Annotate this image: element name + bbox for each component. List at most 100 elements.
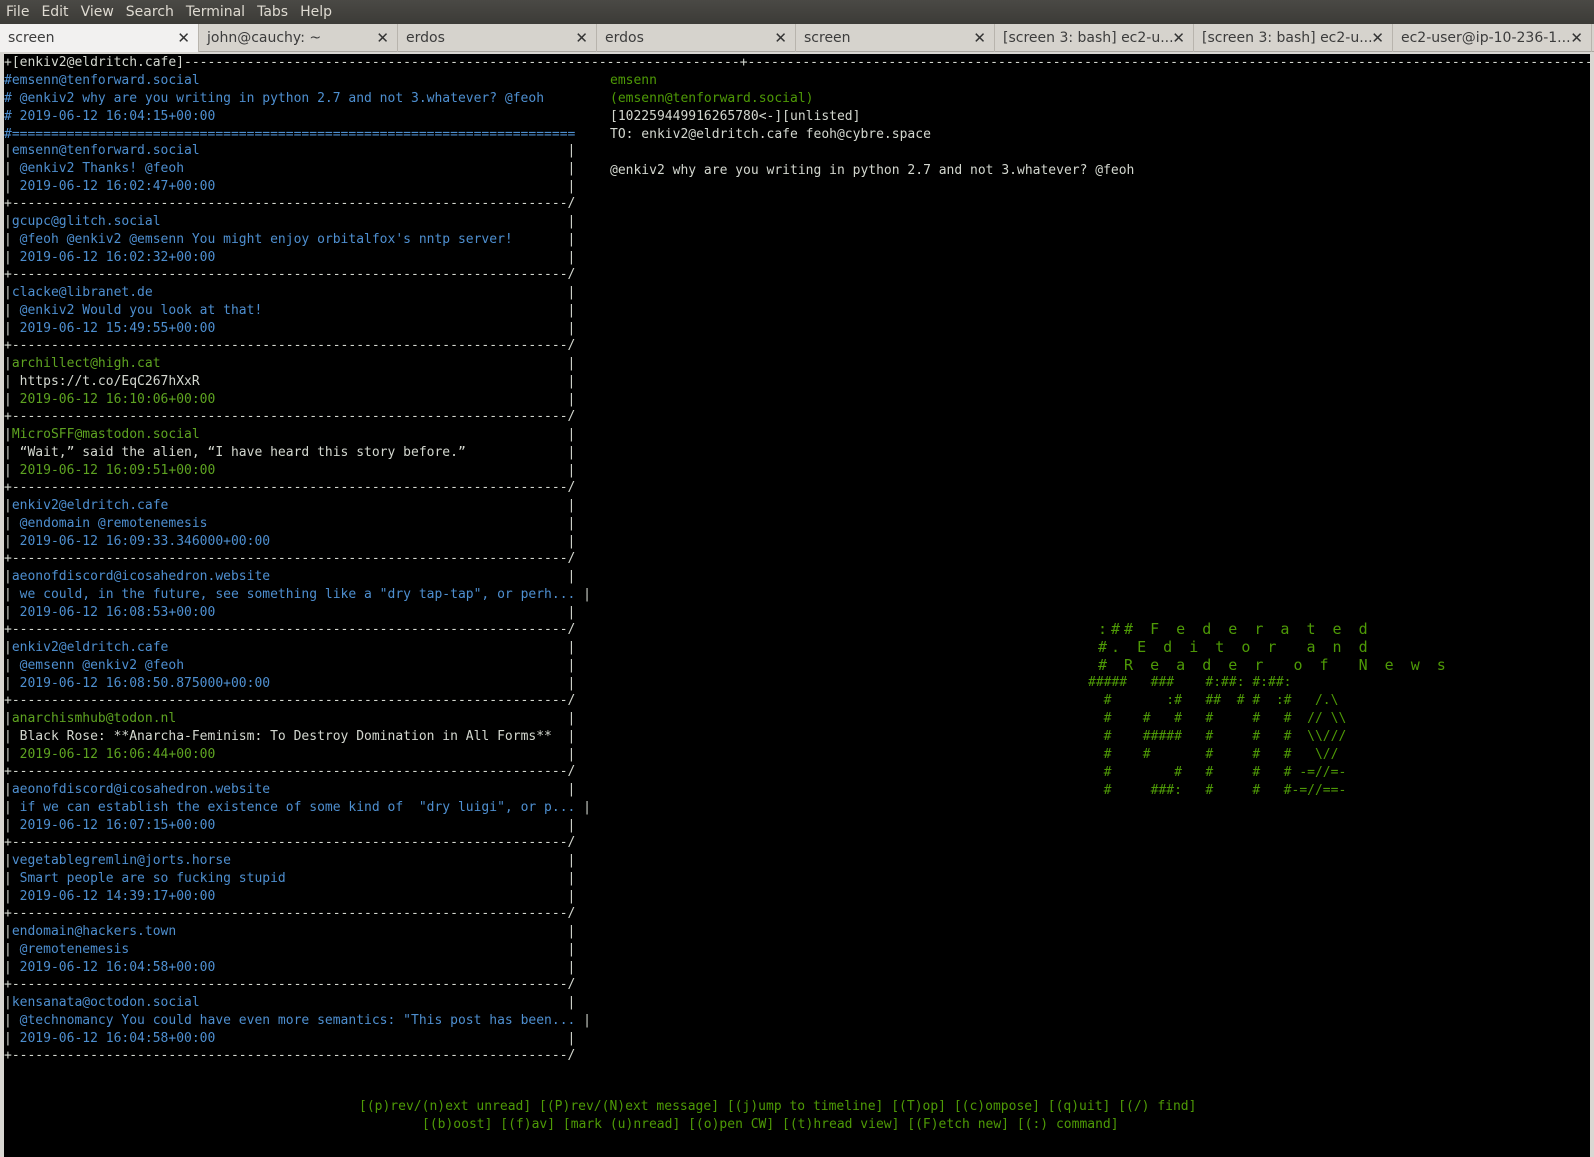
post-body: @enkiv2 Would you look at that! (19, 302, 263, 318)
post-date: 2019-06-12 14:39:17+00:00 (19, 888, 216, 904)
detail-post-id: [102259449916265780<-][unlisted] (610, 109, 861, 124)
post-border: +---------------------------------------… (4, 551, 576, 567)
post-body: “Wait,” said the alien, “I have heard th… (19, 444, 466, 460)
post-body: @remotenemesis (19, 941, 130, 957)
tab-4[interactable]: screen ✕ (796, 24, 995, 52)
selected-post-body: # @enkiv2 why are you writing in python … (4, 91, 545, 106)
post-author: vegetablegremlin@jorts.horse (11, 853, 231, 868)
post-date: 2019-06-12 16:04:58+00:00 (19, 1030, 216, 1046)
menu-edit[interactable]: Edit (35, 0, 74, 24)
post-border: +---------------------------------------… (4, 906, 576, 922)
post-date: 2019-06-12 16:09:51+00:00 (19, 462, 216, 478)
post-author: gcupc@glitch.social (11, 214, 161, 229)
post-body: Smart people are so fucking stupid (19, 870, 286, 886)
post-date: 2019-06-12 16:10:06+00:00 (19, 391, 216, 407)
post-author: clacke@libranet.de (11, 285, 153, 300)
banner-line-2: #. E d i t o r a n d (1098, 638, 1372, 656)
detail-author-name: emsenn (610, 73, 657, 88)
terminal-screen[interactable]: +[enkiv2@eldritch.cafe]-----------------… (4, 54, 1590, 1157)
post-date: 2019-06-12 16:09:33.346000+00:00 (19, 533, 271, 549)
post-body: https://t.co/EqC267hXxR (19, 373, 200, 389)
post-date: 2019-06-12 16:08:50.875000+00:00 (19, 675, 271, 691)
tab-1[interactable]: john@cauchy: ~ ✕ (199, 24, 398, 52)
post-border: +---------------------------------------… (4, 480, 576, 496)
post-body: @endomain @remotenemesis (19, 515, 208, 531)
post-body: we could, in the future, see something l… (19, 586, 576, 602)
close-tab-icon[interactable]: ✕ (177, 29, 190, 47)
post-border: +---------------------------------------… (4, 622, 576, 638)
help-line-2: [(b)oost] [(f)av] [mark (u)nread] [(o)pe… (422, 1117, 1119, 1132)
post-date: 2019-06-12 16:08:53+00:00 (19, 604, 216, 620)
close-tab-icon[interactable]: ✕ (1172, 29, 1185, 47)
detail-author-handle: (emsenn@tenforward.social) (610, 91, 814, 106)
post-border: +---------------------------------------… (4, 693, 576, 709)
tab-label: erdos (605, 30, 644, 46)
post-body: @technomancy You could have even more se… (19, 1012, 576, 1028)
post-body: Black Rose: **Anarcha-Feminism: To Destr… (19, 728, 552, 744)
close-tab-icon[interactable]: ✕ (973, 29, 986, 47)
post-date: 2019-06-12 16:04:58+00:00 (19, 959, 216, 975)
post-date: 2019-06-12 16:07:15+00:00 (19, 817, 216, 833)
post-author: archillect@high.cat (11, 356, 161, 371)
post-body: @enkiv2 Thanks! @feoh (19, 160, 185, 176)
post-border: +---------------------------------------… (4, 977, 576, 993)
detail-recipients: TO: enkiv2@eldritch.cafe feoh@cybre.spac… (610, 127, 931, 142)
menu-view[interactable]: View (75, 0, 120, 24)
post-border: +---------------------------------------… (4, 409, 576, 425)
close-tab-icon[interactable]: ✕ (774, 29, 787, 47)
menu-tabs[interactable]: Tabs (251, 0, 294, 24)
close-tab-icon[interactable]: ✕ (1371, 29, 1384, 47)
post-author: MicroSFF@mastodon.social (11, 427, 200, 442)
tab-7[interactable]: ec2-user@ip-10-236-1... ✕ (1393, 24, 1592, 52)
post-border: +---------------------------------------… (4, 764, 576, 780)
post-border: +---------------------------------------… (4, 1048, 576, 1064)
menu-terminal[interactable]: Terminal (180, 0, 251, 24)
tab-label: ec2-user@ip-10-236-1... (1401, 30, 1571, 46)
post-date: 2019-06-12 16:02:32+00:00 (19, 249, 216, 265)
post-date: 2019-06-12 16:06:44+00:00 (19, 746, 216, 762)
post-author: emsenn@tenforward.social (11, 143, 200, 158)
post-date: 2019-06-12 15:49:55+00:00 (19, 320, 216, 336)
post-border: +---------------------------------------… (4, 267, 576, 283)
tab-bar: screen ✕ john@cauchy: ~ ✕ erdos ✕ erdos ✕ screen… (0, 24, 1594, 52)
tab-label: [screen 3: bash] ec2-u... (1003, 30, 1174, 46)
tab-2[interactable]: erdos ✕ (398, 24, 597, 52)
tab-5[interactable]: [screen 3: bash] ec2-u... ✕ (995, 24, 1194, 52)
tab-label: john@cauchy: ~ (207, 30, 322, 46)
banner-line-3: # R e a d e r o f N e w s (1098, 656, 1450, 674)
close-tab-icon[interactable]: ✕ (376, 29, 389, 47)
detail-post-body: @enkiv2 why are you writing in python 2.… (610, 163, 1135, 178)
tab-6[interactable]: [screen 3: bash] ec2-u... ✕ (1194, 24, 1393, 52)
post-author: endomain@hackers.town (11, 924, 177, 939)
post-date: 2019-06-12 16:02:47+00:00 (19, 178, 216, 194)
help-line-1: [(p)rev/(n)ext unread] [(P)rev/(N)ext me… (359, 1099, 1197, 1114)
post-border: +---------------------------------------… (4, 196, 576, 212)
banner-line-1: :## F e d e r a t e d (1098, 620, 1372, 638)
post-body: @feoh @enkiv2 @emsenn You might enjoy or… (19, 231, 513, 247)
selected-post-author: #emsenn@tenforward.social (4, 73, 200, 88)
close-tab-icon[interactable]: ✕ (575, 29, 588, 47)
menu-search[interactable]: Search (120, 0, 180, 24)
selected-post-date: # 2019-06-12 16:04:15+00:00 (4, 109, 216, 124)
tab-label: screen (8, 30, 55, 46)
post-author: enkiv2@eldritch.cafe (11, 640, 169, 655)
timeline-top-border: +[enkiv2@eldritch.cafe]-----------------… (4, 55, 1590, 70)
post-author: enkiv2@eldritch.cafe (11, 498, 169, 513)
tab-label: [screen 3: bash] ec2-u... (1202, 30, 1373, 46)
post-author: anarchismhub@todon.nl (11, 711, 177, 726)
post-body: @emsenn @enkiv2 @feoh (19, 657, 185, 673)
tab-0[interactable]: screen ✕ (0, 24, 199, 52)
fedor-ascii-logo: ##### ### #:##: #:##: # :# ## # # :# /.\… (1088, 675, 1347, 798)
menu-file[interactable]: File (0, 0, 35, 24)
tab-label: erdos (406, 30, 445, 46)
post-body: if we can establish the existence of som… (19, 799, 576, 815)
post-border: +---------------------------------------… (4, 835, 576, 851)
tab-3[interactable]: erdos ✕ (597, 24, 796, 52)
post-author: aeonofdiscord@icosahedron.website (11, 569, 271, 584)
menu-bar: File Edit View Search Terminal Tabs Help (0, 0, 1594, 24)
post-author: kensanata@octodon.social (11, 995, 200, 1010)
post-border: +---------------------------------------… (4, 338, 576, 354)
post-author: aeonofdiscord@icosahedron.website (11, 782, 271, 797)
menu-help[interactable]: Help (294, 0, 338, 24)
close-tab-icon[interactable]: ✕ (1570, 29, 1583, 47)
